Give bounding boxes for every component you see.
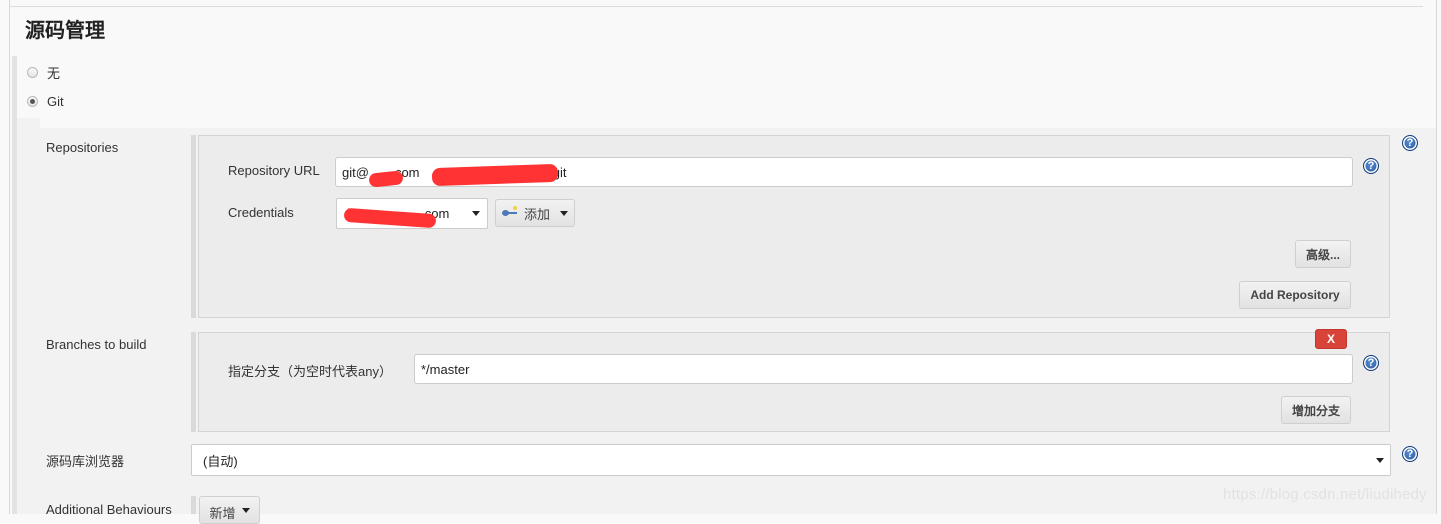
- add-behaviour-button[interactable]: 新增: [199, 496, 260, 524]
- watermark: https://blog.csdn.net/liudihedy: [1223, 486, 1427, 503]
- section-divider: [9, 6, 1423, 7]
- repo-browser-value: (自动): [203, 453, 238, 469]
- add-branch-button[interactable]: 增加分支: [1281, 396, 1351, 424]
- scm-option-git[interactable]: Git: [27, 94, 64, 109]
- delete-branch-button[interactable]: X: [1315, 329, 1347, 349]
- scm-option-none-label: 无: [47, 66, 61, 81]
- page-border-right: [1436, 0, 1441, 514]
- repositories-label: Repositories: [46, 140, 119, 155]
- radio-none[interactable]: [27, 67, 38, 78]
- repository-url-prefix: git@: [342, 164, 369, 180]
- branch-specifier-label: 指定分支（为空时代表any）: [228, 364, 392, 379]
- scm-option-git-label: Git: [47, 94, 64, 109]
- chevron-down-icon: [241, 508, 250, 513]
- repository-url-help-icon[interactable]: ?: [1363, 158, 1379, 174]
- add-credentials-button[interactable]: 添加: [495, 199, 575, 227]
- repo-browser-help-icon[interactable]: ?: [1402, 446, 1418, 462]
- chevron-down-icon: [560, 210, 568, 216]
- branches-label: Branches to build: [46, 337, 147, 352]
- git-area-corner: [17, 118, 40, 128]
- repository-url-label: Repository URL: [228, 163, 320, 178]
- chevron-down-icon: [472, 211, 480, 216]
- repo-browser-label: 源码库浏览器: [46, 454, 125, 469]
- scm-option-none[interactable]: 无: [27, 63, 60, 82]
- credentials-label: Credentials: [228, 205, 294, 220]
- add-behaviour-label: 新增: [209, 506, 236, 521]
- repositories-help-icon[interactable]: ?: [1402, 135, 1418, 151]
- add-credentials-label: 添加: [523, 206, 550, 222]
- key-icon: [501, 206, 518, 217]
- section-title: 源码管理: [25, 20, 105, 42]
- repo-browser-select[interactable]: (自动): [191, 444, 1391, 476]
- repositories-indent-bar: [191, 135, 196, 318]
- add-repository-button[interactable]: Add Repository: [1239, 281, 1351, 309]
- branch-specifier-help-icon[interactable]: ?: [1363, 355, 1379, 371]
- radio-git[interactable]: [27, 96, 38, 107]
- branch-specifier-input[interactable]: [414, 354, 1353, 384]
- chevron-down-icon: [1376, 458, 1384, 463]
- additional-behaviours-label: Additional Behaviours: [46, 502, 172, 517]
- page-border-left: [0, 0, 10, 514]
- branches-indent-bar: [191, 332, 196, 432]
- advanced-button[interactable]: 高级...: [1295, 240, 1351, 268]
- additional-behaviours-indent-bar: [191, 496, 196, 514]
